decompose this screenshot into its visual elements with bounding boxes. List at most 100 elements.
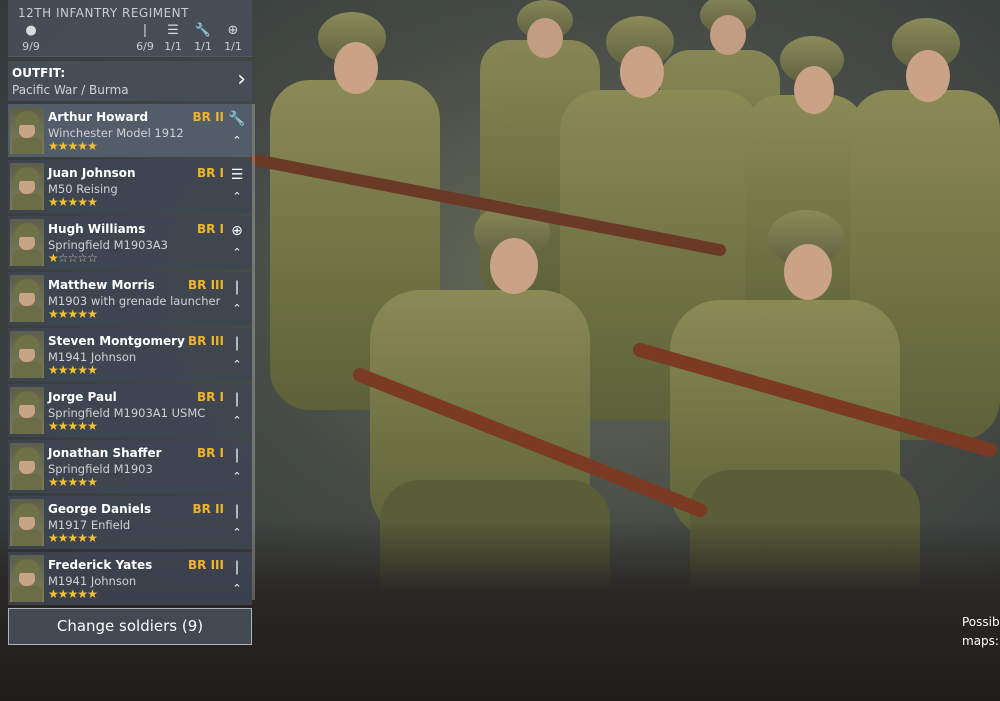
soldier-weapon: Springfield M1903A1 USMC xyxy=(48,406,206,420)
chevron-up-icon[interactable]: ⌃ xyxy=(228,190,246,204)
soldier-list-scrollbar[interactable] xyxy=(252,104,255,600)
star-icon: ★ xyxy=(67,587,79,601)
star-icon: ☆ xyxy=(57,251,69,265)
chevron-up-icon[interactable]: ⌃ xyxy=(228,414,246,428)
star-icon: ★ xyxy=(87,363,98,377)
possible-maps-line: Possib xyxy=(962,615,1000,629)
soldier-rating: ★★★★★ xyxy=(48,195,98,209)
wrench-icon: 🔧 xyxy=(228,111,246,127)
soldier-rating: ★★★★★ xyxy=(48,419,98,433)
star-icon: ★ xyxy=(77,587,88,601)
soldier-row[interactable]: Juan Johnson M50 Reising ★★★★★ BR I ☰ ⌃ xyxy=(8,160,252,213)
star-icon: ★ xyxy=(57,419,69,433)
star-icon: ★ xyxy=(48,475,59,489)
soldier-name: George Daniels xyxy=(48,502,152,516)
star-icon: ★ xyxy=(87,307,98,321)
soldier-row[interactable]: Matthew Morris M1903 with grenade launche… xyxy=(8,272,252,325)
star-icon: ★ xyxy=(77,195,88,209)
star-icon: ★ xyxy=(48,419,59,433)
soldier-row[interactable]: Steven Montgomery M1941 Johnson ★★★★★ BR II… xyxy=(8,328,252,381)
soldier-name: Steven Montgomery xyxy=(48,334,185,348)
soldier-name: Frederick Yates xyxy=(48,558,153,572)
soldier-rating: ★★★★★ xyxy=(48,587,98,601)
star-icon: ★ xyxy=(57,363,69,377)
stat-soldiers[interactable]: ● 9/9 xyxy=(12,22,50,56)
star-icon: ★ xyxy=(57,475,69,489)
battle-rating-badge: BR II xyxy=(192,502,225,516)
soldier-rating: ★★★★★ xyxy=(48,307,98,321)
soldier-row[interactable]: Arthur Howard Winchester Model 1912 ★★★★★ B… xyxy=(8,104,252,157)
possible-maps-line: maps: ( xyxy=(962,634,1000,648)
soldier-avatar xyxy=(10,219,44,266)
stat-engineer[interactable]: 🔧 1/1 xyxy=(188,22,218,56)
soldier-weapon: M1941 Johnson xyxy=(48,350,137,364)
outfit-selector[interactable]: OUTFIT: Pacific War / Burma › xyxy=(8,61,252,101)
chevron-up-icon[interactable]: ⌃ xyxy=(228,526,246,540)
soldier-list: Arthur Howard Winchester Model 1912 ★★★★★ B… xyxy=(8,104,255,605)
chevron-up-icon[interactable]: ⌃ xyxy=(228,358,246,372)
soldier-row[interactable]: George Daniels M1917 Enfield ★★★★★ BR II ❘ ⌃ xyxy=(8,496,252,549)
chevron-up-icon[interactable]: ⌃ xyxy=(228,470,246,484)
soldier-avatar xyxy=(10,107,44,154)
soldier-row[interactable]: Frederick Yates M1941 Johnson ★★★★★ BR III ❘… xyxy=(8,552,252,605)
soldier-avatar xyxy=(10,275,44,322)
battle-rating-badge: BR I xyxy=(196,166,224,180)
star-icon: ★ xyxy=(48,251,59,265)
star-icon: ★ xyxy=(77,363,88,377)
rifle-icon: ❘ xyxy=(231,447,243,463)
chevron-up-icon[interactable]: ⌃ xyxy=(228,246,246,260)
soldier-row[interactable]: Jonathan Shaffer Springfield M1903 ★★★★★ BR… xyxy=(8,440,252,493)
star-icon: ★ xyxy=(67,139,79,153)
star-icon: ★ xyxy=(87,195,98,209)
chevron-up-icon[interactable]: ⌃ xyxy=(228,582,246,596)
stat-sniper[interactable]: ⊕ 1/1 xyxy=(218,22,248,56)
soldier-row[interactable]: Hugh Williams Springfield M1903A3 ★☆☆☆☆ BR … xyxy=(8,216,252,269)
star-icon: ★ xyxy=(57,587,69,601)
chevron-right-icon[interactable]: › xyxy=(237,67,246,93)
star-icon: ★ xyxy=(67,307,79,321)
soldier-avatar xyxy=(10,387,44,434)
possible-maps-text: Possib maps: ( xyxy=(962,613,1000,651)
star-icon: ★ xyxy=(48,531,59,545)
squad-stats: ● 9/9 ❘ 6/9 ☰ 1/1 🔧 1/1 ⊕ 1/1 xyxy=(8,22,252,56)
chevron-up-icon[interactable]: ⌃ xyxy=(228,134,246,148)
star-icon: ★ xyxy=(48,363,59,377)
star-icon: ★ xyxy=(67,195,79,209)
star-icon: ★ xyxy=(48,139,59,153)
person-icon: ● xyxy=(25,23,37,38)
stat-value: 1/1 xyxy=(164,40,182,53)
star-icon: ★ xyxy=(87,419,98,433)
change-soldiers-button[interactable]: Change soldiers (9) xyxy=(8,608,252,645)
soldier-name: Juan Johnson xyxy=(48,166,136,180)
squad-header: 12TH INFANTRY REGIMENT ● 9/9 ❘ 6/9 ☰ 1/1… xyxy=(8,0,252,57)
document-icon: ☰ xyxy=(167,23,179,38)
rifle-icon: ❘ xyxy=(231,335,243,351)
star-icon: ★ xyxy=(77,139,88,153)
rifle-icon: ❘ xyxy=(231,279,243,295)
outfit-label: OUTFIT: xyxy=(12,66,66,80)
battle-rating-badge: BR I xyxy=(196,390,224,404)
star-icon: ★ xyxy=(77,475,88,489)
soldier-avatar xyxy=(10,163,44,210)
star-icon: ★ xyxy=(87,531,98,545)
battle-rating-badge: BR II xyxy=(192,110,225,124)
star-icon: ★ xyxy=(48,307,59,321)
soldier-rating: ★☆☆☆☆ xyxy=(48,251,98,265)
soldier-rating: ★★★★★ xyxy=(48,531,98,545)
soldier-weapon: Springfield M1903A3 xyxy=(48,238,168,252)
squad-title: 12TH INFANTRY REGIMENT xyxy=(18,6,189,20)
rifle-icon: ❘ xyxy=(231,391,243,407)
battle-rating-badge: BR I xyxy=(196,446,224,460)
star-icon: ★ xyxy=(57,531,69,545)
rifle-icon: ❘ xyxy=(231,559,243,575)
squad-panel: 12TH INFANTRY REGIMENT ● 9/9 ❘ 6/9 ☰ 1/1… xyxy=(8,0,255,608)
star-icon: ★ xyxy=(48,587,59,601)
battle-rating-badge: BR I xyxy=(196,222,224,236)
star-icon: ★ xyxy=(57,307,69,321)
star-icon: ★ xyxy=(48,195,59,209)
stat-radio[interactable]: ☰ 1/1 xyxy=(158,22,188,56)
soldier-row[interactable]: Jorge Paul Springfield M1903A1 USMC ★★★★★ B… xyxy=(8,384,252,437)
star-icon: ★ xyxy=(77,531,88,545)
stat-value: 1/1 xyxy=(194,40,212,53)
chevron-up-icon[interactable]: ⌃ xyxy=(228,302,246,316)
